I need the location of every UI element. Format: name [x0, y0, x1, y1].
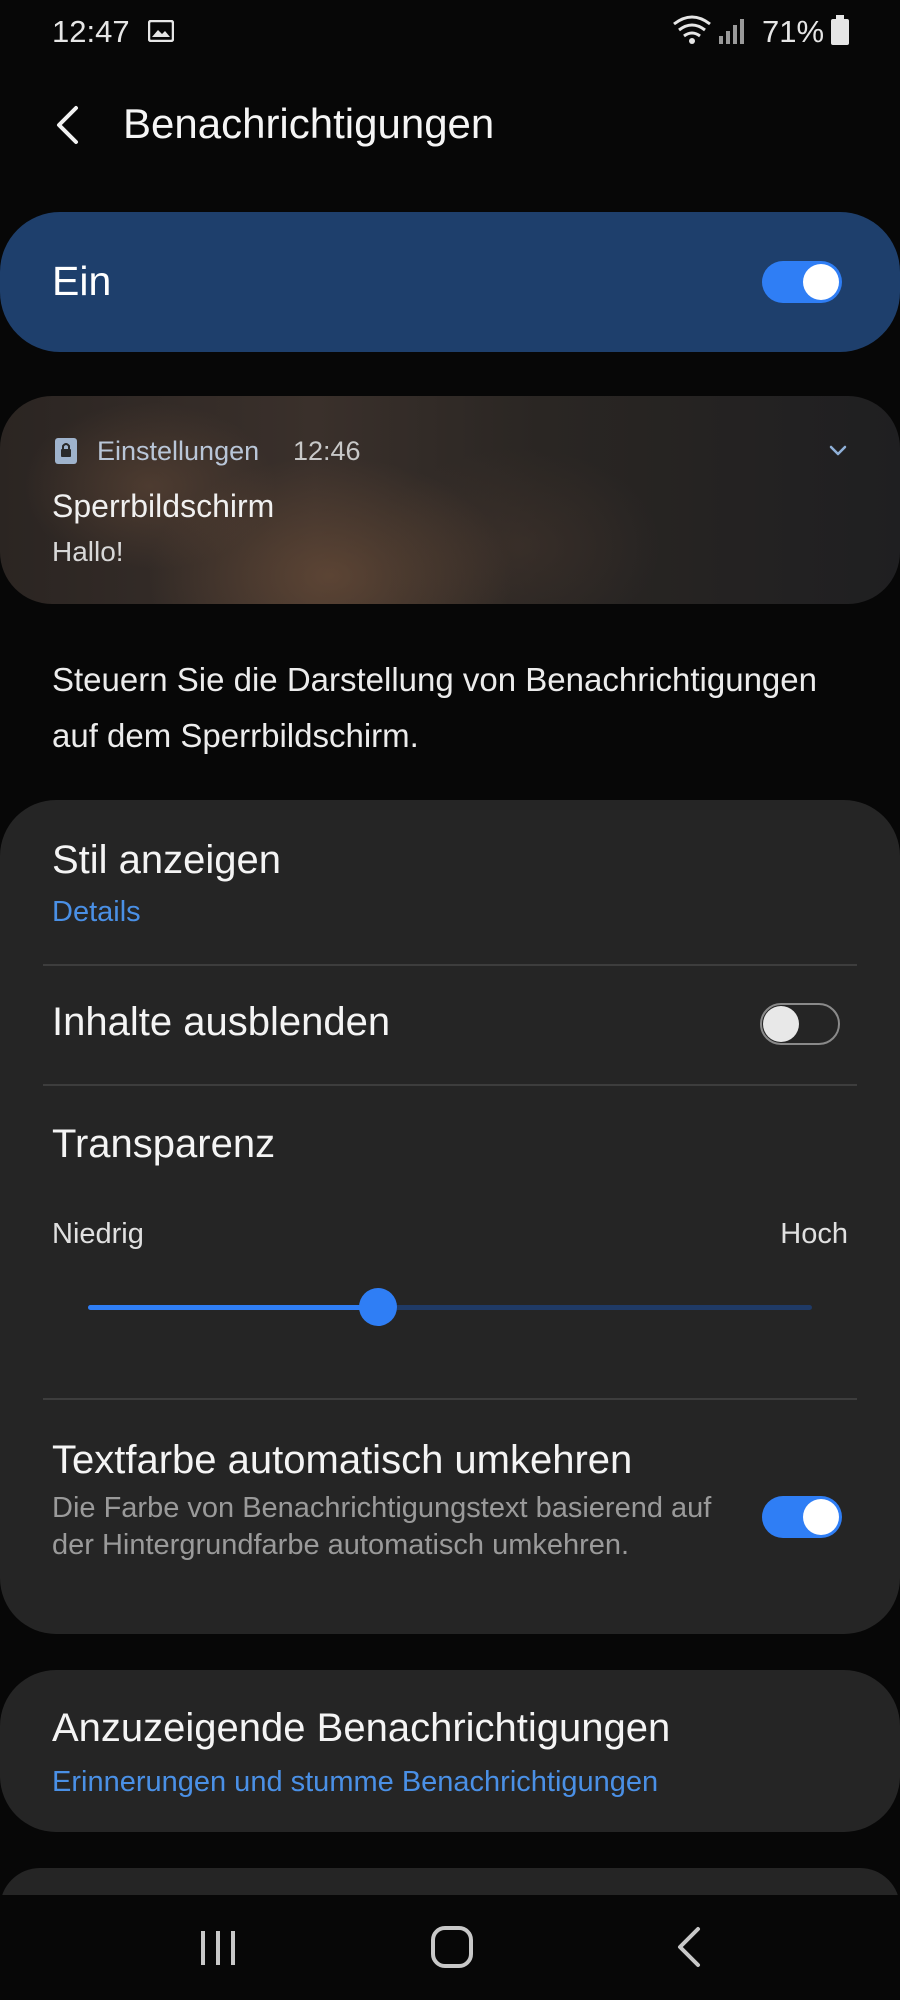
invert-text-row[interactable]: Textfarbe automatisch umkehren Die Farbe…	[0, 1400, 900, 1634]
style-value: Details	[52, 896, 141, 928]
transparency-max-label: Hoch	[780, 1218, 848, 1250]
lock-icon	[55, 438, 77, 464]
settings-card: Stil anzeigen Details Inhalte ausblenden…	[0, 800, 900, 1634]
description-text: Steuern Sie die Darstellung von Benachri…	[52, 661, 817, 754]
master-switch-label: Ein	[52, 258, 112, 304]
back-button[interactable]	[44, 100, 94, 150]
hide-content-toggle[interactable]	[760, 1003, 840, 1045]
status-bar: 12:47 71%	[0, 0, 900, 66]
slider-thumb[interactable]	[358, 1288, 397, 1326]
style-row[interactable]: Stil anzeigen Details	[0, 800, 900, 963]
preview-title: Sperrbildschirm	[52, 488, 275, 524]
invert-text-description: Die Farbe von Benachrichtigungstext basi…	[52, 1492, 712, 1561]
image-icon	[148, 20, 174, 42]
master-toggle[interactable]	[762, 261, 842, 303]
wifi-icon	[673, 15, 711, 44]
toggle-knob	[803, 264, 839, 300]
page-title: Benachrichtigungen	[123, 100, 495, 147]
preview-text: Hallo!	[52, 536, 124, 567]
notifications-to-show-value: Erinnerungen und stumme Benachrichtigung…	[52, 1766, 659, 1798]
master-switch-bar[interactable]: Ein	[0, 212, 900, 352]
battery-percent: 71%	[762, 14, 825, 49]
transparency-min-label: Niedrig	[52, 1218, 144, 1250]
header: Benachrichtigungen	[0, 90, 900, 160]
style-title: Stil anzeigen	[52, 838, 282, 882]
home-icon[interactable]	[430, 1925, 474, 1969]
toggle-knob	[803, 1499, 839, 1535]
notifications-to-show-title: Anzuzeigende Benachrichtigungen	[52, 1706, 671, 1750]
battery-icon	[831, 15, 849, 45]
notifications-to-show-row[interactable]: Anzuzeigende Benachrichtigungen Erinneru…	[0, 1670, 900, 1832]
transparency-title: Transparenz	[52, 1122, 276, 1166]
status-time: 12:47	[52, 14, 130, 49]
preview-time: 12:46	[293, 436, 361, 466]
divider	[43, 1084, 857, 1086]
hide-content-title: Inhalte ausblenden	[52, 1000, 391, 1044]
slider-fill	[88, 1305, 378, 1310]
invert-text-toggle[interactable]	[762, 1496, 842, 1538]
navigation-bar	[0, 1895, 900, 2000]
signal-icon	[719, 19, 744, 44]
recents-icon[interactable]	[198, 1929, 238, 1967]
preview-app-name: Einstellungen	[97, 436, 260, 466]
toggle-knob	[763, 1006, 799, 1042]
notification-preview: Einstellungen 12:46 Sperrbildschirm Hall…	[0, 396, 900, 604]
invert-text-title: Textfarbe automatisch umkehren	[52, 1438, 633, 1482]
back-icon[interactable]	[672, 1925, 704, 1969]
transparency-slider[interactable]	[88, 1288, 812, 1326]
hide-content-row[interactable]: Inhalte ausblenden	[0, 966, 900, 1084]
chevron-down-icon	[829, 445, 847, 456]
